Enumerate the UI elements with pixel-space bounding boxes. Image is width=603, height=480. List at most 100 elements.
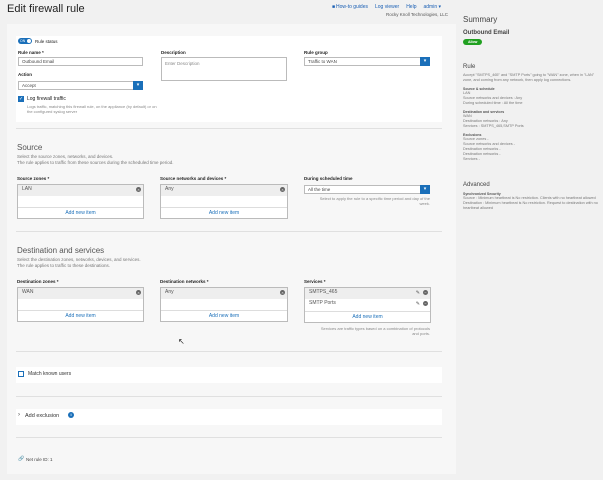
summary-rule-name: Outbound Email — [463, 30, 510, 36]
rule-name-label: Rule name * — [18, 50, 44, 55]
summary-rule-text: Accept "SMTPS_465" and "SMTP Ports" goin… — [463, 73, 595, 82]
summary-source-line: During scheduled time : All the time — [463, 101, 523, 105]
summary-sidebar: Summary Outbound Email Allow Rule Accept… — [463, 15, 598, 211]
destination-subtext-2: The rule applies to traffic to these des… — [17, 263, 110, 268]
summary-title: Summary — [463, 15, 498, 24]
description-textarea[interactable]: Enter Description — [161, 57, 287, 81]
rule-status-toggle[interactable]: ON — [18, 38, 32, 44]
chevron-down-icon[interactable]: ▾ — [420, 185, 430, 194]
list-item-label: SMTP Ports — [309, 300, 336, 306]
destination-networks-label: Destination networks * — [160, 279, 209, 284]
rule-group-value: Traffic to WAN — [308, 59, 337, 64]
divider — [16, 128, 442, 129]
add-new-item-button[interactable]: Add new item — [161, 310, 287, 321]
source-networks-list: Any × Add new item — [160, 184, 288, 219]
list-item: SMTP Ports ✎ − — [305, 299, 430, 310]
list-item: LAN × — [18, 185, 143, 196]
list-item-label: Any — [165, 289, 174, 295]
remove-icon[interactable]: × — [280, 187, 285, 192]
log-traffic-hint: Logs traffic, matching this firewall rul… — [27, 104, 157, 114]
services-list: SMTPS_465 ✎ − SMTP Ports ✎ − Add new item — [304, 287, 431, 323]
list-item-label: Any — [165, 186, 174, 192]
log-traffic-checkbox[interactable]: ✓ — [18, 96, 24, 102]
add-new-item-button[interactable]: Add new item — [18, 310, 143, 321]
rule-form: ON Rule status Rule name * Outbound Emai… — [7, 24, 456, 474]
services-hint: Services are traffic types based on a co… — [320, 326, 430, 336]
summary-advanced-heading: Advanced — [463, 182, 490, 188]
divider — [16, 231, 442, 232]
chevron-right-icon[interactable]: › — [18, 412, 20, 418]
schedule-hint: Select to apply the rule to a specific t… — [319, 196, 430, 206]
match-known-users-checkbox[interactable] — [18, 371, 24, 377]
edit-icon[interactable]: ✎ — [416, 289, 420, 298]
edit-icon[interactable]: ✎ — [416, 300, 420, 309]
top-links: ■How-to guides Log viewer Help admin ▾ — [332, 4, 441, 10]
add-new-item-button[interactable]: Add new item — [161, 207, 287, 218]
destination-networks-list: Any × Add new item — [160, 287, 288, 322]
source-zones-label: Source zones * — [17, 176, 50, 181]
action-select[interactable]: Accept ▾ — [18, 81, 143, 90]
add-new-item-button[interactable]: Add new item — [305, 311, 430, 322]
summary-sync-line: Destination : Minimum heartbeat is No re… — [463, 201, 598, 210]
list-item: WAN × — [18, 288, 143, 299]
how-to-guides-link[interactable]: ■How-to guides — [332, 4, 368, 10]
net-rule-id: Net rule ID: 1 — [26, 457, 53, 462]
destination-heading: Destination and services — [17, 246, 105, 255]
toggle-knob — [27, 39, 31, 43]
log-traffic-label: Log firewall traffic — [27, 96, 66, 102]
source-subtext-2: The rule applies to traffic from these s… — [17, 160, 174, 165]
chevron-down-icon[interactable]: ▾ — [420, 57, 430, 66]
rule-name-input[interactable]: Outbound Email — [18, 57, 143, 66]
list-item-label: WAN — [22, 289, 34, 295]
source-zones-list: LAN × Add new item — [17, 184, 144, 219]
page-title: Edit firewall rule — [7, 3, 85, 15]
remove-icon[interactable]: − — [423, 301, 428, 306]
status-badge: Allow — [463, 39, 483, 45]
schedule-select[interactable]: All the time ▾ — [304, 185, 430, 194]
add-exclusion-panel[interactable]: › Add exclusion i — [16, 409, 442, 425]
rule-group-select[interactable]: Traffic to WAN ▾ — [304, 57, 430, 66]
company-name: Rocky Knoll Technologies, LLC — [386, 12, 448, 17]
source-networks-label: Source networks and devices * — [160, 176, 227, 181]
rule-panel: ON Rule status Rule name * Outbound Emai… — [16, 36, 442, 122]
remove-icon[interactable]: × — [136, 290, 141, 295]
list-item-label: SMTPS_465 — [309, 289, 338, 295]
chevron-down-icon[interactable]: ▾ — [133, 81, 143, 90]
log-viewer-link[interactable]: Log viewer — [375, 4, 399, 10]
remove-icon[interactable]: × — [136, 187, 141, 192]
admin-menu[interactable]: admin ▾ — [423, 4, 441, 10]
match-known-users-label: Match known users — [28, 371, 72, 377]
add-exclusion-label[interactable]: Add exclusion — [25, 413, 59, 419]
destination-zones-label: Destination zones * — [17, 279, 59, 284]
divider — [16, 437, 442, 438]
list-item: Any × — [161, 185, 287, 196]
divider — [16, 351, 442, 352]
remove-icon[interactable]: × — [280, 290, 285, 295]
list-item: SMTPS_465 ✎ − — [305, 288, 430, 299]
action-value: Accept — [22, 83, 36, 88]
schedule-label: During scheduled time — [304, 176, 353, 181]
remove-icon[interactable]: − — [423, 290, 428, 295]
match-users-panel: Match known users — [16, 367, 442, 383]
toggle-text: ON — [20, 39, 26, 43]
destination-zones-list: WAN × Add new item — [17, 287, 144, 322]
info-icon[interactable]: i — [68, 412, 74, 418]
list-item: Any × — [161, 288, 287, 299]
summary-destination-line: Services : SMTPS_465,SMTP Ports — [463, 124, 524, 128]
services-label: Services * — [304, 279, 326, 284]
video-icon: ■ — [332, 4, 336, 10]
list-item-label: LAN — [22, 186, 32, 192]
description-label: Description — [161, 50, 186, 55]
help-link[interactable]: Help — [406, 4, 416, 10]
rule-status-label: Rule status — [35, 39, 58, 44]
action-label: Action — [18, 72, 32, 77]
rule-group-label: Rule group — [304, 50, 328, 55]
source-heading: Source — [17, 143, 43, 152]
mouse-cursor-icon: ↖ — [178, 337, 185, 346]
add-new-item-button[interactable]: Add new item — [18, 207, 143, 218]
schedule-value: All the time — [308, 187, 331, 192]
summary-exclusion-line: Services - — [463, 157, 480, 161]
link-icon: 🔗 — [18, 456, 25, 462]
summary-rule-heading: Rule — [463, 64, 476, 70]
divider — [16, 396, 442, 397]
